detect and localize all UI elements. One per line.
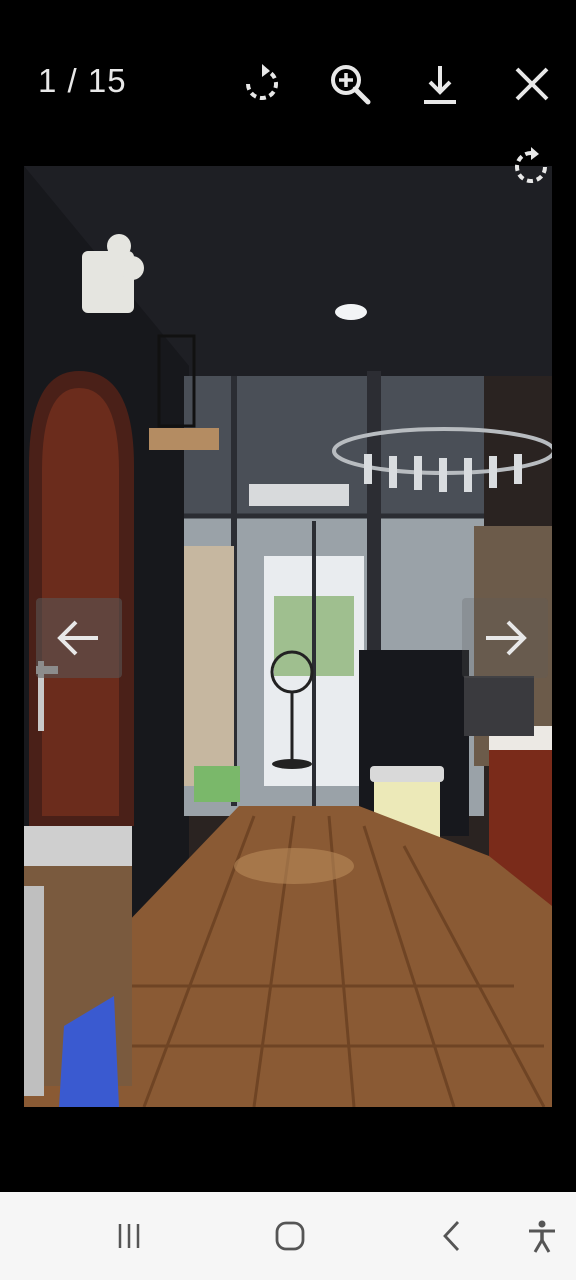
back-button[interactable] [428, 1212, 476, 1260]
rotate-button[interactable] [238, 60, 286, 108]
zoom-in-icon [331, 65, 371, 105]
accessibility-button[interactable] [518, 1212, 566, 1260]
close-button[interactable] [508, 60, 556, 108]
arrow-left-icon [57, 620, 98, 656]
viewer-toolbar: 1 / 15 [0, 0, 576, 160]
recent-apps-button[interactable] [105, 1212, 153, 1260]
previous-image-button[interactable] [36, 598, 122, 678]
home-button[interactable] [266, 1212, 314, 1260]
download-icon [424, 66, 456, 104]
arrow-right-icon [486, 620, 527, 656]
download-button[interactable] [416, 60, 464, 108]
next-image-button[interactable] [462, 598, 548, 678]
zoom-in-button[interactable] [326, 60, 374, 108]
rotate-icon [246, 64, 278, 100]
system-navigation-bar [0, 1192, 576, 1280]
close-icon [515, 67, 549, 101]
home-icon [275, 1221, 305, 1251]
image-viewer: 1 / 15 [0, 0, 576, 1192]
photo-rotate-button[interactable] [508, 144, 554, 190]
accessibility-icon [529, 1220, 555, 1253]
rotate-icon [515, 147, 547, 183]
recent-apps-icon [118, 1224, 140, 1248]
back-icon [443, 1221, 460, 1251]
image-counter: 1 / 15 [38, 62, 127, 99]
